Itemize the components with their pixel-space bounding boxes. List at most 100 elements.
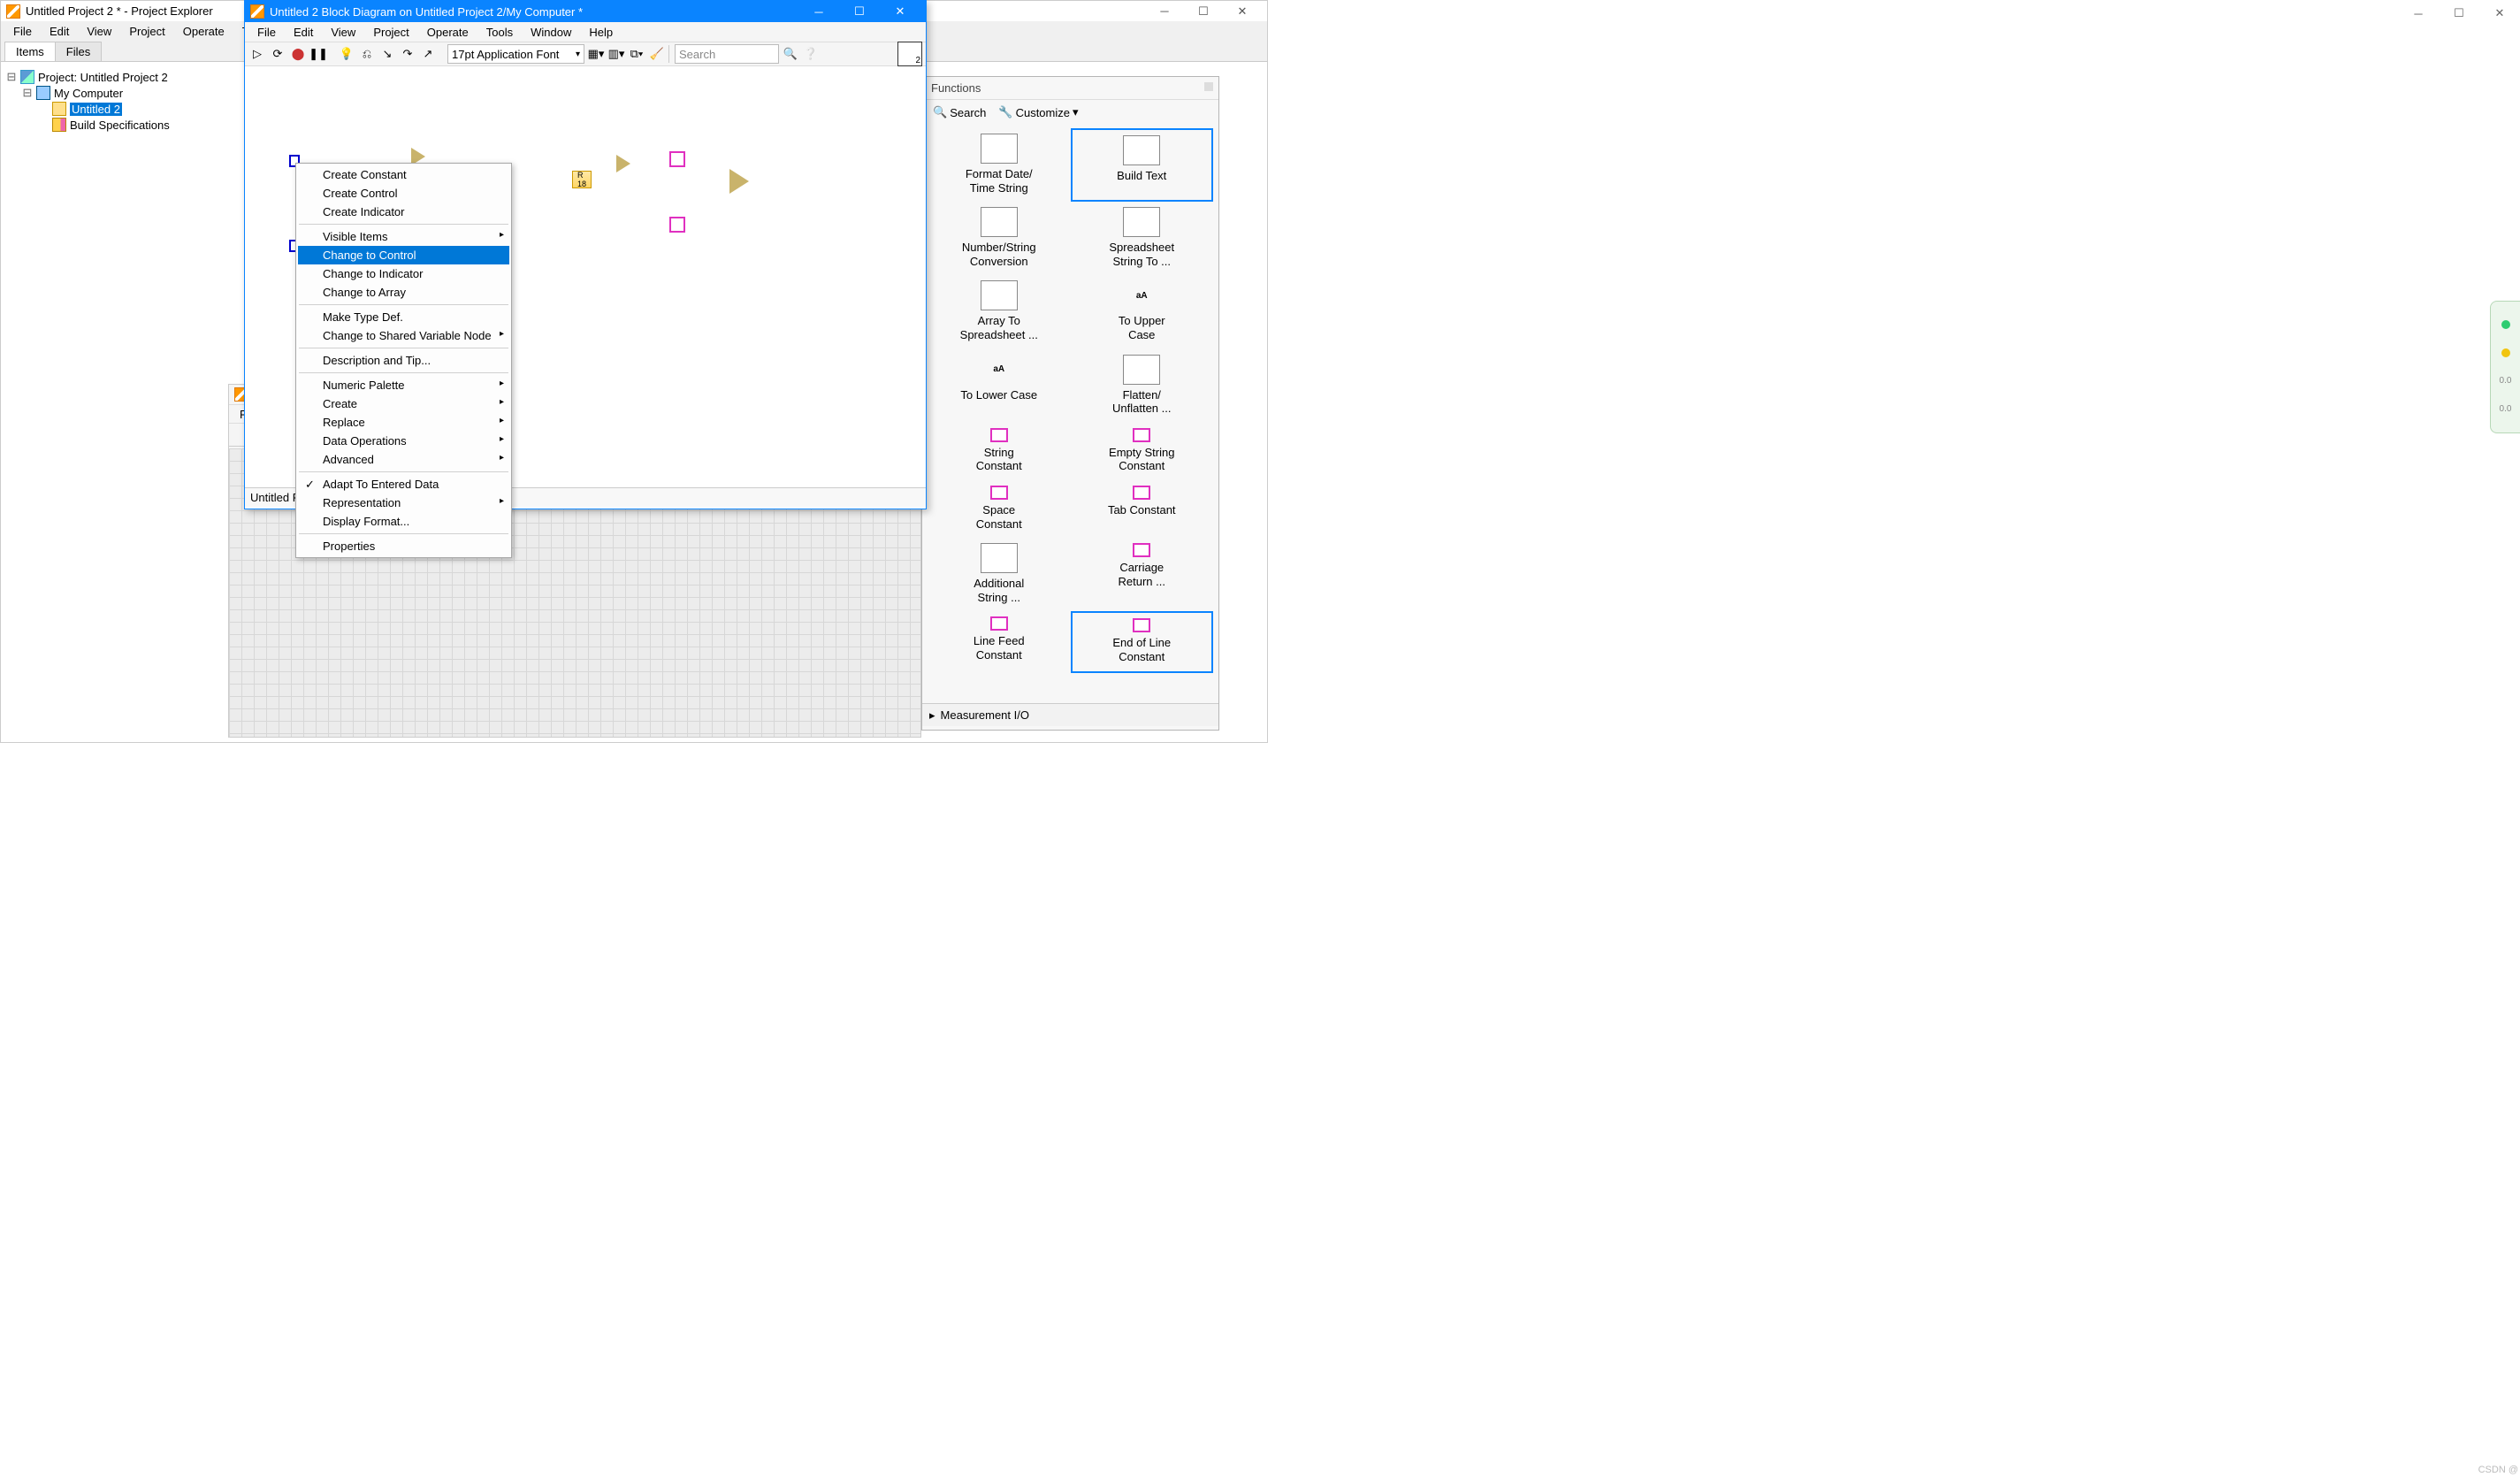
- retain-wire-icon[interactable]: ⎌: [358, 45, 376, 63]
- palette-item[interactable]: Build Text: [1071, 128, 1214, 202]
- string-indicator-node[interactable]: [669, 151, 685, 167]
- palette-item-icon: [1123, 355, 1160, 385]
- context-menu-item[interactable]: ✓Adapt To Entered Data: [298, 475, 509, 494]
- palette-item[interactable]: Empty String Constant: [1071, 423, 1214, 480]
- palette-item[interactable]: Space Constant: [928, 480, 1071, 538]
- computer-label: My Computer: [54, 87, 123, 100]
- reorder-icon[interactable]: ⧉▾: [628, 45, 645, 63]
- palette-item[interactable]: aATo Lower Case: [928, 349, 1071, 423]
- context-menu-item[interactable]: Change to Indicator: [298, 264, 509, 283]
- menu-edit[interactable]: Edit: [41, 23, 78, 40]
- context-menu-item[interactable]: Make Type Def.: [298, 308, 509, 326]
- palette-item[interactable]: Array To Spreadsheet ...: [928, 275, 1071, 348]
- tab-items[interactable]: Items: [4, 42, 56, 61]
- context-menu: Create ConstantCreate ControlCreate Indi…: [295, 163, 512, 558]
- menu-view[interactable]: View: [78, 23, 120, 40]
- bd-menubar: File Edit View Project Operate Tools Win…: [245, 22, 926, 42]
- computer-icon: [36, 86, 50, 100]
- context-menu-item[interactable]: Create Constant: [298, 165, 509, 184]
- step-into-icon[interactable]: ↘: [378, 45, 396, 63]
- bd-menu-view[interactable]: View: [322, 24, 364, 41]
- palette-item[interactable]: End of Line Constant: [1071, 611, 1214, 672]
- palette-item[interactable]: Additional String ...: [928, 538, 1071, 611]
- wire-junction-icon[interactable]: [616, 155, 630, 172]
- context-menu-item[interactable]: Display Format...: [298, 512, 509, 531]
- pause-button[interactable]: ❚❚: [309, 45, 327, 63]
- outer-maximize-button[interactable]: ☐: [2439, 0, 2479, 27]
- pin-icon[interactable]: [1204, 82, 1213, 91]
- palette-search-button[interactable]: 🔍 Search: [933, 105, 986, 119]
- font-selector[interactable]: 17pt Application Font: [447, 44, 584, 64]
- context-menu-item[interactable]: Change to Array: [298, 283, 509, 302]
- concat-strings-node[interactable]: [729, 169, 749, 194]
- side-gutter-widget[interactable]: 0.0 0.0: [2490, 301, 2520, 433]
- palette-item[interactable]: Number/String Conversion: [928, 202, 1071, 275]
- palette-item[interactable]: aATo Upper Case: [1071, 275, 1214, 348]
- palette-item[interactable]: Spreadsheet String To ...: [1071, 202, 1214, 275]
- palette-item[interactable]: Flatten/ Unflatten ...: [1071, 349, 1214, 423]
- bd-menu-file[interactable]: File: [248, 24, 285, 41]
- palette-item-label: Line Feed Constant: [974, 634, 1025, 662]
- menu-project[interactable]: Project: [120, 23, 173, 40]
- run-button[interactable]: ▷: [248, 45, 266, 63]
- context-menu-item[interactable]: Advanced: [298, 450, 509, 469]
- bd-menu-tools[interactable]: Tools: [477, 24, 522, 41]
- highlight-icon[interactable]: 💡: [338, 45, 355, 63]
- distribute-icon[interactable]: ▥▾: [607, 45, 625, 63]
- context-menu-item[interactable]: Create Indicator: [298, 203, 509, 221]
- outer-close-button[interactable]: ✕: [2479, 0, 2520, 27]
- run-cont-button[interactable]: ⟳: [269, 45, 286, 63]
- expand-icon[interactable]: ⊟: [22, 86, 33, 100]
- palette-item[interactable]: Line Feed Constant: [928, 611, 1071, 672]
- build-icon: [52, 118, 66, 132]
- palette-customize-button[interactable]: 🔧 Customize▾: [998, 105, 1078, 119]
- yellow-dot-icon[interactable]: [2501, 348, 2510, 357]
- palette-item[interactable]: String Constant: [928, 423, 1071, 480]
- context-menu-item[interactable]: Change to Control: [298, 246, 509, 264]
- palette-item-label: Format Date/ Time String: [966, 167, 1033, 195]
- bd-minimize-button[interactable]: ─: [798, 1, 839, 22]
- vi-icon-editor[interactable]: [897, 42, 922, 66]
- expand-icon[interactable]: ⊟: [6, 70, 17, 84]
- minimize-button[interactable]: ─: [1145, 2, 1184, 21]
- context-menu-item[interactable]: Change to Shared Variable Node: [298, 326, 509, 345]
- bd-menu-project[interactable]: Project: [364, 24, 417, 41]
- step-out-icon[interactable]: ↗: [419, 45, 437, 63]
- cleanup-icon[interactable]: 🧹: [648, 45, 666, 63]
- bd-close-button[interactable]: ✕: [880, 1, 920, 22]
- tab-files[interactable]: Files: [55, 42, 102, 61]
- step-over-icon[interactable]: ↷: [399, 45, 416, 63]
- context-menu-item[interactable]: Replace: [298, 413, 509, 432]
- function-node[interactable]: R18: [572, 171, 592, 188]
- abort-button[interactable]: ⬤: [289, 45, 307, 63]
- maximize-button[interactable]: ☐: [1184, 2, 1223, 21]
- context-menu-item[interactable]: Description and Tip...: [298, 351, 509, 370]
- palette-footer[interactable]: ▸ Measurement I/O: [922, 703, 1218, 726]
- search-icon[interactable]: 🔍: [782, 45, 799, 63]
- bd-search-input[interactable]: Search: [675, 44, 779, 64]
- green-dot-icon[interactable]: [2501, 320, 2510, 329]
- palette-item[interactable]: Tab Constant: [1071, 480, 1214, 538]
- menu-operate[interactable]: Operate: [174, 23, 233, 40]
- close-button[interactable]: ✕: [1223, 2, 1262, 21]
- context-menu-item[interactable]: Create Control: [298, 184, 509, 203]
- context-menu-item[interactable]: Data Operations: [298, 432, 509, 450]
- context-menu-item[interactable]: Representation: [298, 494, 509, 512]
- palette-title: Functions: [922, 77, 1218, 100]
- string-indicator-node[interactable]: [669, 217, 685, 233]
- menu-file[interactable]: File: [4, 23, 41, 40]
- palette-item[interactable]: Format Date/ Time String: [928, 128, 1071, 202]
- help-icon[interactable]: ❔: [802, 45, 820, 63]
- context-menu-item[interactable]: Properties: [298, 537, 509, 555]
- bd-maximize-button[interactable]: ☐: [839, 1, 880, 22]
- palette-item[interactable]: Carriage Return ...: [1071, 538, 1214, 611]
- bd-menu-window[interactable]: Window: [522, 24, 580, 41]
- context-menu-item[interactable]: Numeric Palette: [298, 376, 509, 394]
- bd-menu-operate[interactable]: Operate: [418, 24, 477, 41]
- context-menu-item[interactable]: Create: [298, 394, 509, 413]
- bd-menu-help[interactable]: Help: [580, 24, 622, 41]
- outer-minimize-button[interactable]: ─: [2398, 0, 2439, 27]
- context-menu-item[interactable]: Visible Items: [298, 227, 509, 246]
- bd-menu-edit[interactable]: Edit: [285, 24, 322, 41]
- align-icon[interactable]: ▦▾: [587, 45, 605, 63]
